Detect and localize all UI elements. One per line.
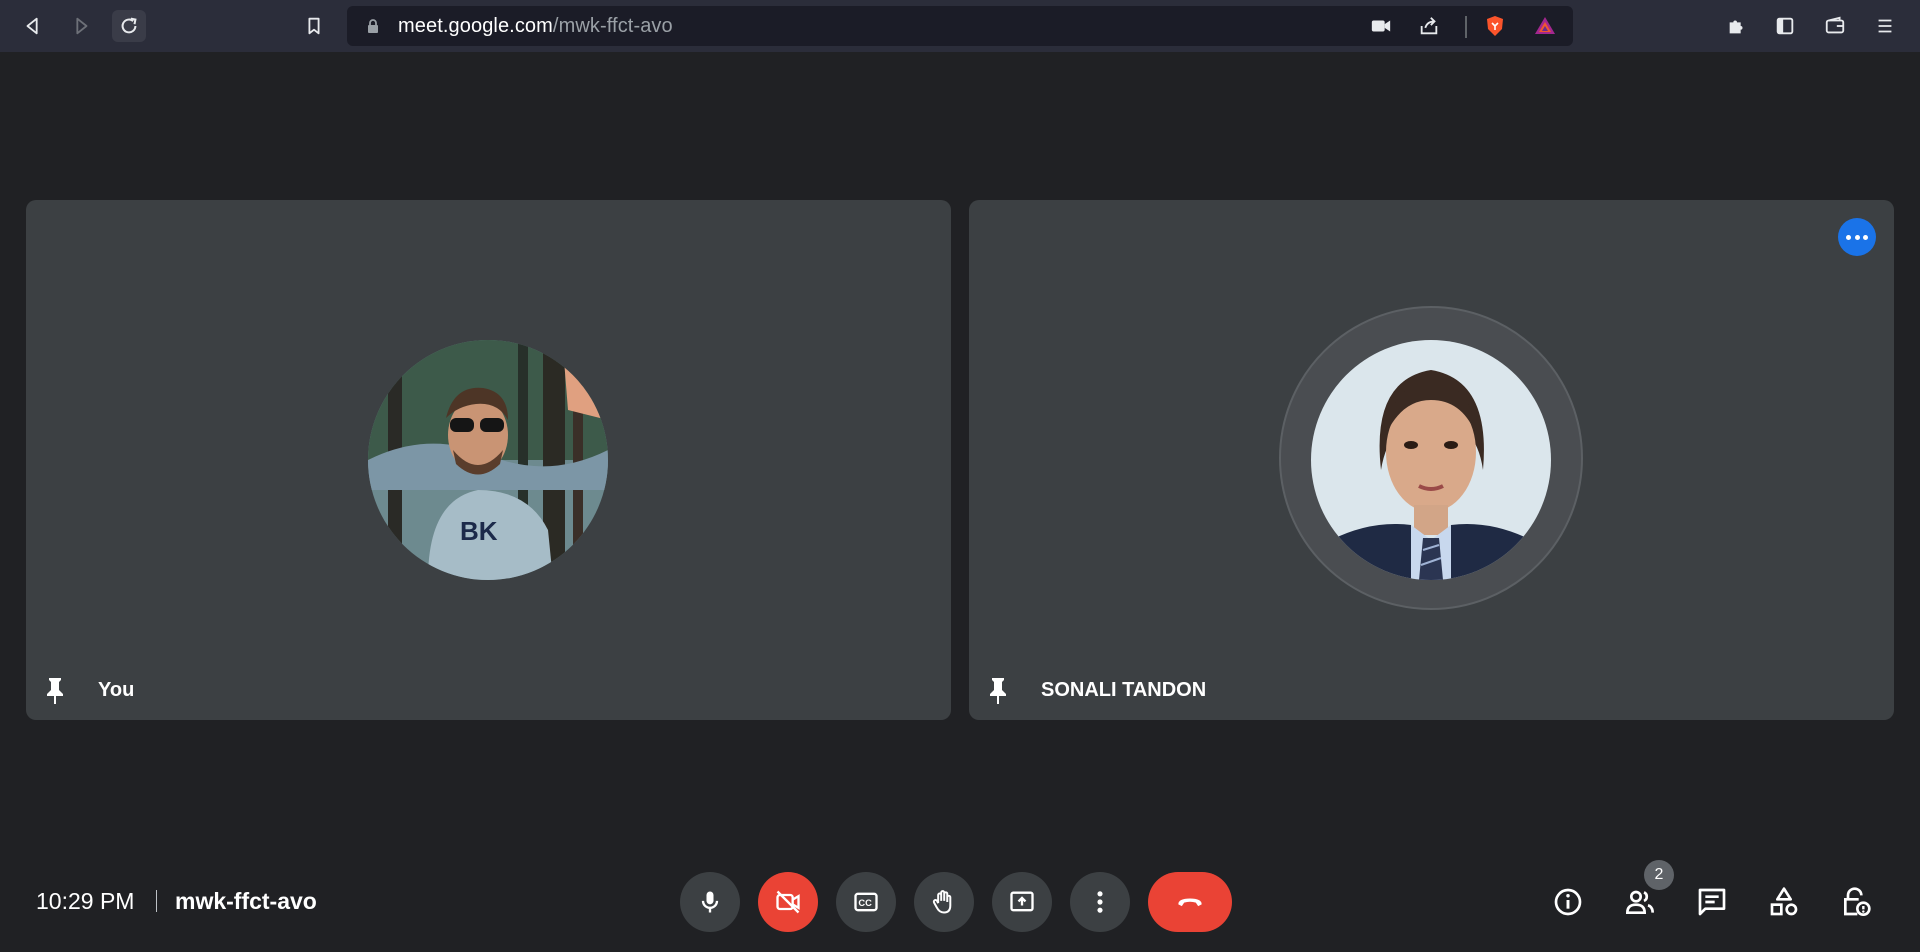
sidebar-button[interactable] bbox=[1768, 10, 1802, 42]
host-controls-button[interactable] bbox=[1838, 884, 1874, 920]
more-options-button[interactable] bbox=[1070, 872, 1130, 932]
hangup-icon bbox=[1178, 898, 1202, 907]
present-icon bbox=[1010, 891, 1034, 912]
brave-rewards-icon[interactable] bbox=[1533, 15, 1557, 37]
back-button[interactable] bbox=[16, 10, 50, 42]
back-icon bbox=[26, 17, 38, 35]
reload-icon bbox=[121, 17, 137, 34]
sidebar-icon bbox=[1776, 17, 1794, 35]
microphone-button[interactable] bbox=[680, 872, 740, 932]
avatar-sonali-tandon bbox=[1311, 340, 1551, 580]
forward-button[interactable] bbox=[64, 10, 98, 42]
raise-hand-button[interactable] bbox=[914, 872, 974, 932]
leave-call-button[interactable] bbox=[1148, 872, 1232, 932]
wallet-button[interactable] bbox=[1818, 10, 1852, 42]
raise-hand-icon bbox=[932, 890, 952, 914]
people-button[interactable] bbox=[1622, 884, 1658, 920]
participant-count-badge: 2 bbox=[1644, 860, 1674, 890]
reload-button[interactable] bbox=[112, 10, 146, 42]
hamburger-menu-icon bbox=[1878, 19, 1892, 33]
mic-icon bbox=[701, 891, 719, 913]
meeting-time: 10:29 PM bbox=[36, 888, 135, 914]
bookmark-button[interactable] bbox=[297, 10, 331, 42]
svg-text:BK: BK bbox=[460, 516, 498, 546]
participant-name: You bbox=[98, 679, 135, 701]
wallet-icon bbox=[1825, 16, 1845, 34]
activities-icon bbox=[1770, 887, 1798, 916]
camera-off-icon bbox=[776, 890, 800, 914]
captions-icon: CC bbox=[854, 892, 878, 912]
pin-icon[interactable] bbox=[985, 676, 1011, 706]
menu-button[interactable] bbox=[1868, 10, 1902, 42]
forward-icon bbox=[76, 17, 88, 35]
time-code-divider bbox=[156, 890, 157, 912]
chat-icon bbox=[1698, 888, 1726, 916]
host-controls-icon bbox=[1844, 887, 1871, 916]
more-options-badge[interactable] bbox=[1838, 218, 1876, 256]
camera-toggle-button[interactable] bbox=[758, 872, 818, 932]
brave-shields-icon[interactable] bbox=[1483, 15, 1507, 37]
browser-toolbar: meet.google.com/mwk-ffct-avo bbox=[0, 0, 1920, 52]
camera-in-use-icon[interactable] bbox=[1369, 15, 1393, 37]
bookmark-icon bbox=[308, 17, 320, 35]
chat-button[interactable] bbox=[1694, 884, 1730, 920]
puzzle-icon bbox=[1729, 20, 1743, 34]
more-options-icon bbox=[1097, 891, 1103, 913]
url-host: meet.google.com bbox=[398, 15, 553, 37]
info-icon bbox=[1554, 888, 1582, 916]
present-screen-button[interactable] bbox=[992, 872, 1052, 932]
people-icon bbox=[1625, 890, 1654, 914]
share-icon[interactable] bbox=[1417, 15, 1441, 37]
svg-text:CC: CC bbox=[858, 898, 872, 908]
address-bar[interactable]: meet.google.com/mwk-ffct-avo bbox=[347, 6, 1573, 46]
participant-name: SONALI TANDON bbox=[1041, 679, 1207, 701]
meeting-controls-bar: 10:29 PM mwk-ffct-avo CC bbox=[0, 862, 1920, 938]
pin-icon[interactable] bbox=[42, 676, 68, 706]
meeting-code: mwk-ffct-avo bbox=[175, 888, 317, 914]
activities-button[interactable] bbox=[1766, 884, 1802, 920]
url-path: /mwk-ffct-avo bbox=[552, 15, 673, 37]
participant-tile-you[interactable]: BK You bbox=[26, 200, 951, 720]
meeting-details-button[interactable] bbox=[1550, 884, 1586, 920]
address-bar-divider bbox=[1465, 16, 1467, 38]
participant-tile-sonali-tandon[interactable]: SONALI TANDON bbox=[969, 200, 1894, 720]
url-text: meet.google.com/mwk-ffct-avo bbox=[398, 6, 673, 46]
extensions-button[interactable] bbox=[1720, 10, 1754, 42]
avatar-you: BK bbox=[368, 340, 608, 580]
captions-button[interactable]: CC bbox=[836, 872, 896, 932]
lock-icon bbox=[368, 19, 378, 33]
